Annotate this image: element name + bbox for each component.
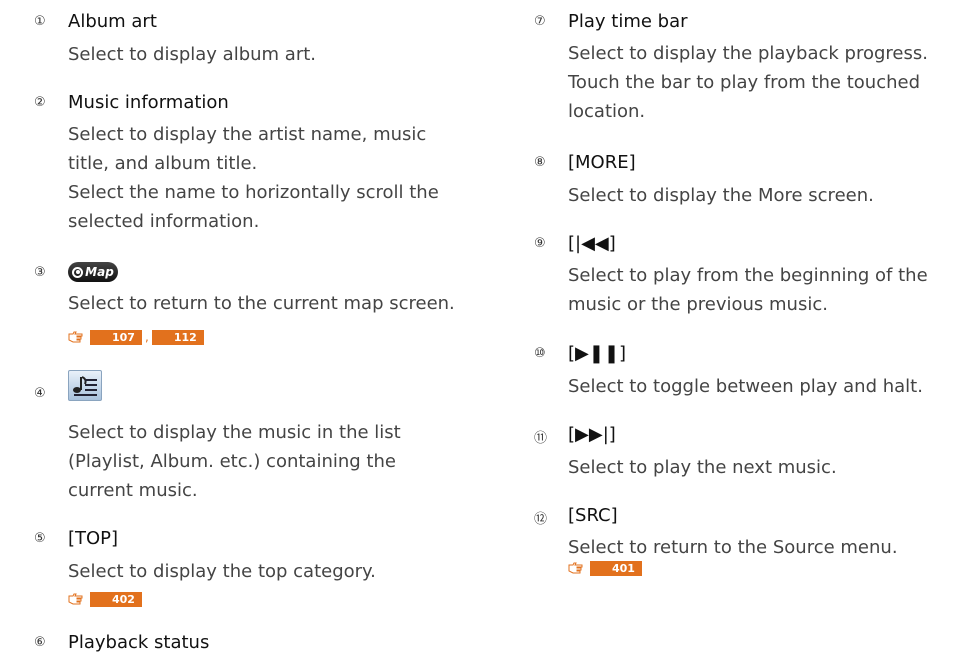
item-desc-line: Select to display album art.: [68, 44, 317, 65]
item-desc-line: music or the previous music.: [568, 294, 828, 315]
item-desc-line: Select to display the music in the list: [68, 422, 401, 443]
item-number: ⑨: [534, 236, 546, 251]
item-title: [|◀◀]: [568, 233, 616, 254]
item-number: ⑦: [534, 14, 546, 29]
item-desc-line: Select to display the More screen.: [568, 185, 874, 206]
page-references: 107 , 112: [68, 329, 204, 345]
item-desc-line: selected information.: [68, 211, 260, 232]
item-number: ①: [34, 14, 46, 29]
item-desc-line: Select to toggle between play and halt.: [568, 376, 923, 397]
page-ref-link[interactable]: 402: [90, 591, 142, 607]
item-desc-line: (Playlist, Album. etc.) containing the: [68, 451, 396, 472]
page-references: 402: [68, 591, 142, 607]
item-desc-line: Select to play from the beginning of the: [568, 265, 928, 286]
map-icon-label: Map: [85, 265, 114, 279]
item-title: [TOP]: [68, 528, 119, 549]
item-title: [▶❚❚]: [568, 343, 627, 364]
item-desc-line: title, and album title.: [68, 153, 258, 174]
item-desc-line: Touch the bar to play from the touched: [568, 72, 921, 93]
item-title: Music information: [68, 92, 229, 113]
item-number: ⑤: [34, 531, 46, 546]
item-desc-line: Select the name to horizontally scroll t…: [68, 182, 439, 203]
item-title: Album art: [68, 11, 157, 32]
item-number: ⑧: [534, 155, 546, 170]
item-number: ⑥: [34, 635, 46, 650]
pointing-hand-icon: [68, 331, 83, 343]
item-desc-line: Select to return to the current map scre…: [68, 293, 455, 314]
page-ref-link[interactable]: 401: [590, 560, 642, 576]
item-desc-line: current music.: [68, 480, 198, 501]
page-references: 401: [568, 560, 642, 576]
item-title: [▶▶|]: [568, 424, 616, 445]
item-number: ④: [34, 386, 46, 401]
item-number: ③: [34, 265, 46, 280]
page-ref-link[interactable]: 112: [151, 329, 204, 345]
item-number: ⑪: [534, 431, 548, 446]
ref-separator: ,: [145, 330, 149, 344]
item-title: [MORE]: [568, 152, 636, 173]
item-desc-line: location.: [568, 101, 646, 122]
item-desc-line: Select to return to the Source menu.: [568, 537, 898, 558]
pointing-hand-icon: [68, 593, 83, 605]
item-desc-line: Select to play the next music.: [568, 457, 837, 478]
map-icon: Map: [68, 262, 118, 282]
item-desc-line: Select to display the artist name, music: [68, 124, 427, 145]
item-number: ⑫: [534, 512, 548, 527]
item-title: [SRC]: [568, 505, 618, 526]
music-list-icon: [68, 370, 102, 401]
page-ref-link[interactable]: 107: [90, 329, 142, 345]
item-number: ②: [34, 95, 46, 110]
item-title: Playback status: [68, 632, 210, 653]
item-number: ⑩: [534, 346, 546, 361]
item-desc-line: Select to display the top category.: [68, 561, 376, 582]
pointing-hand-icon: [568, 562, 583, 574]
item-title: Play time bar: [568, 11, 688, 32]
item-desc-line: Select to display the playback progress.: [568, 43, 928, 64]
